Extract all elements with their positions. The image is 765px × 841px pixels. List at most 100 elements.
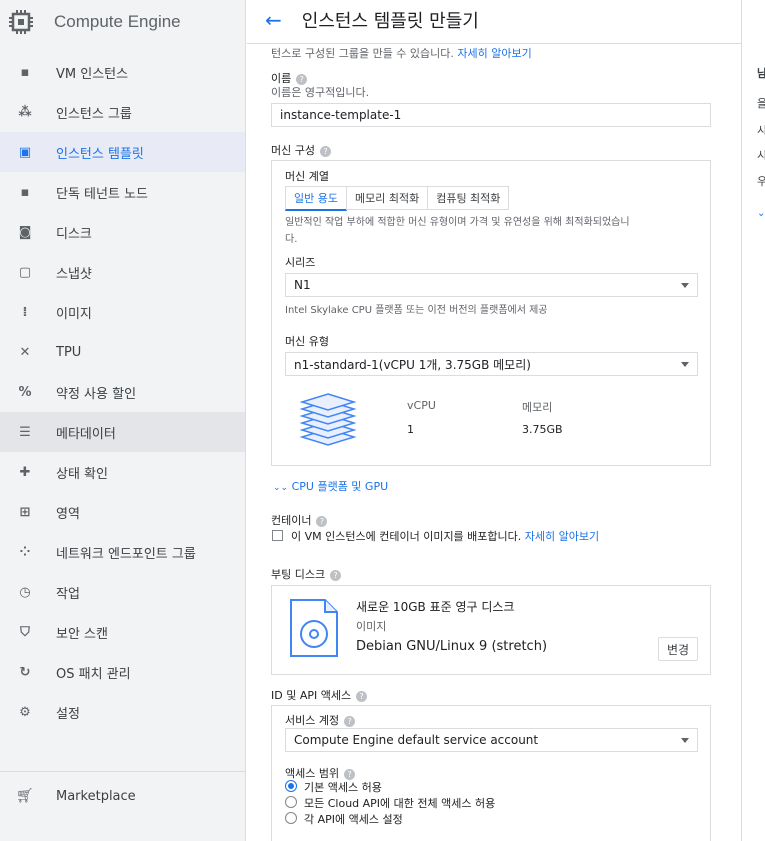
sidebar-item-label: 작업 [56, 586, 80, 602]
series-select[interactable]: N1 [285, 273, 698, 297]
machine-config-label-row: 머신 구성? [271, 142, 331, 158]
back-arrow-icon[interactable]: ← [265, 8, 282, 32]
chevron-down-icon: ⌄⌄ [273, 483, 289, 493]
tpu-icon: ✕ [19, 344, 31, 360]
sidebar-divider [0, 771, 245, 772]
vcpu-header: vCPU [407, 399, 436, 412]
intro-text-body: 턴스로 구성된 그룹을 만들 수 있습니다. [271, 47, 454, 60]
metadata-list-icon: ☰ [19, 424, 31, 440]
health-check-icon: ✚ [19, 464, 31, 480]
help-icon[interactable]: ? [319, 145, 331, 157]
shield-icon: ⛉ [20, 624, 30, 640]
container-learn-more-link[interactable]: 자세히 알아보기 [525, 530, 599, 543]
sidebar-item-marketplace[interactable]: 🛒︎ Marketplace [0, 776, 245, 816]
vm-instance-icon: ▪ [20, 64, 30, 80]
page-header: ← 인스턴스 템플릿 만들기 [247, 0, 765, 40]
identity-label: ID 및 API 액세스 [271, 689, 352, 702]
network-endpoint-icon: ⁘ [19, 544, 31, 560]
scope-radio-full-access[interactable] [285, 796, 297, 808]
cart-icon: 🛒︎ [16, 788, 34, 804]
sidebar-item-label: 보안 스캔 [56, 626, 108, 642]
sidebar-item-tpu[interactable]: ✕ TPU [0, 332, 245, 372]
change-boot-disk-button[interactable]: 변경 [658, 637, 698, 661]
snapshot-icon: ▢ [18, 264, 32, 280]
sidebar-item-zones[interactable]: ⊞ 영역 [0, 492, 245, 532]
help-icon[interactable]: ? [296, 73, 308, 85]
intro-text: 턴스로 구성된 그룹을 만들 수 있습니다. 자세히 알아보기 [271, 45, 532, 61]
sidebar-item-metadata[interactable]: ☰ 메타데이터 [0, 412, 245, 452]
name-hint: 이름은 영구적입니다. [271, 86, 370, 99]
instance-group-icon: ⁂ [18, 104, 32, 120]
machine-config-label: 머신 구성 [271, 144, 315, 157]
machine-config-card: 머신 계열 일반 용도 메모리 최적화 컴퓨팅 최적화 일반적인 작업 부하에 … [271, 160, 711, 466]
series-value: N1 [294, 278, 311, 292]
right-panel-fragment: 을 [757, 95, 765, 111]
vcpu-value: 1 [407, 423, 414, 436]
chevron-down-icon[interactable]: ⌄ [757, 208, 765, 219]
sidebar-item-os-patch-management[interactable]: ↻ OS 패치 관리 [0, 652, 245, 692]
help-icon[interactable]: ? [344, 768, 356, 780]
sidebar-item-label: OS 패치 관리 [56, 666, 131, 682]
scope-radio-per-api[interactable] [285, 812, 297, 824]
tab-compute-optimized[interactable]: 컴퓨팅 최적화 [427, 186, 510, 210]
boot-disk-image-value: Debian GNU/Linux 9 (stretch) [356, 639, 548, 654]
boot-disk-label-row: 부팅 디스크? [271, 566, 342, 582]
tab-memory-optimized[interactable]: 메모리 최적화 [345, 186, 429, 210]
sidebar-item-label: 약정 사용 할인 [56, 386, 137, 402]
help-icon[interactable]: ? [344, 715, 356, 727]
sidebar-item-security-scans[interactable]: ⛉ 보안 스캔 [0, 612, 245, 652]
service-account-value: Compute Engine default service account [294, 733, 539, 747]
sidebar-item-network-endpoint-groups[interactable]: ⁘ 네트워크 엔드포인트 그룹 [0, 532, 245, 572]
help-icon[interactable]: ? [316, 515, 328, 527]
sidebar-item-label: 이미지 [56, 306, 92, 322]
sidebar-item-instance-templates[interactable]: ▣ 인스턴스 템플릿 [0, 132, 245, 172]
sidebar-item-label: 인스턴스 템플릿 [56, 146, 144, 162]
sidebar-item-settings[interactable]: ⚙ 설정 [0, 692, 245, 732]
service-account-label: 서비스 계정 [285, 714, 340, 727]
help-icon[interactable]: ? [330, 569, 342, 581]
identity-card: 서비스 계정? Compute Engine default service a… [271, 705, 711, 841]
name-input[interactable]: instance-template-1 [271, 103, 711, 127]
machine-family-description-line1: 일반적인 작업 부하에 적합한 머신 유형이며 가격 및 유연성을 위해 최적화… [285, 217, 630, 228]
sidebar-item-disks[interactable]: ◙ 디스크 [0, 212, 245, 252]
cpu-platform-label: CPU 플랫폼 및 GPU [291, 480, 389, 493]
percent-icon: % [18, 384, 32, 400]
right-panel-fragment: 시 [757, 147, 765, 163]
memory-header: 메모리 [522, 401, 553, 414]
service-account-select[interactable]: Compute Engine default service account [285, 728, 698, 752]
learn-more-link[interactable]: 자세히 알아보기 [457, 47, 531, 60]
compute-engine-chip-icon [8, 9, 34, 35]
sidebar-item-sole-tenant-nodes[interactable]: ▪ 단독 테넌트 노드 [0, 172, 245, 212]
zone-grid-icon: ⊞ [19, 504, 31, 520]
gear-icon: ⚙ [19, 704, 31, 720]
dropdown-caret-icon [681, 283, 689, 288]
boot-disk-title: 새로운 10GB 표준 영구 디스크 [356, 600, 515, 614]
right-info-panel: 남 을 시 시 우 ⌄ [741, 0, 765, 841]
sidebar-item-label: 상태 확인 [56, 466, 108, 482]
disk-file-icon [289, 598, 339, 662]
tab-general-purpose[interactable]: 일반 용도 [285, 186, 347, 211]
sidebar-item-operations[interactable]: ◷ 작업 [0, 572, 245, 612]
machine-stack-icon [298, 391, 358, 455]
sidebar-item-label: 메타데이터 [56, 426, 116, 442]
machine-type-label: 머신 유형 [285, 335, 329, 348]
image-icon: ⁞ [22, 304, 28, 320]
machine-type-value: n1-standard-1(vCPU 1개, 3.75GB 메모리) [294, 357, 531, 372]
brand[interactable]: Compute Engine [0, 0, 245, 44]
sidebar-item-images[interactable]: ⁞ 이미지 [0, 292, 245, 332]
sidebar-item-instance-groups[interactable]: ⁂ 인스턴스 그룹 [0, 92, 245, 132]
deploy-container-checkbox[interactable] [272, 530, 283, 541]
scope-option-default: 기본 액세스 허용 [304, 781, 382, 794]
help-icon[interactable]: ? [356, 690, 368, 702]
clock-icon: ◷ [19, 584, 31, 600]
scope-radio-default[interactable] [285, 780, 297, 792]
cpu-platform-gpu-link[interactable]: ⌄⌄ CPU 플랫폼 및 GPU [273, 478, 388, 494]
sidebar-item-health-checks[interactable]: ✚ 상태 확인 [0, 452, 245, 492]
sidebar-item-snapshots[interactable]: ▢ 스냅샷 [0, 252, 245, 292]
sidebar-item-vm-instances[interactable]: ▪ VM 인스턴스 [0, 52, 245, 92]
sidebar-item-committed-use-discounts[interactable]: % 약정 사용 할인 [0, 372, 245, 412]
page-title: 인스턴스 템플릿 만들기 [301, 11, 479, 32]
boot-disk-card: 새로운 10GB 표준 영구 디스크 이미지 Debian GNU/Linux … [271, 585, 711, 675]
right-panel-fragment: 우 [757, 173, 765, 189]
machine-type-select[interactable]: n1-standard-1(vCPU 1개, 3.75GB 메모리) [285, 352, 698, 376]
